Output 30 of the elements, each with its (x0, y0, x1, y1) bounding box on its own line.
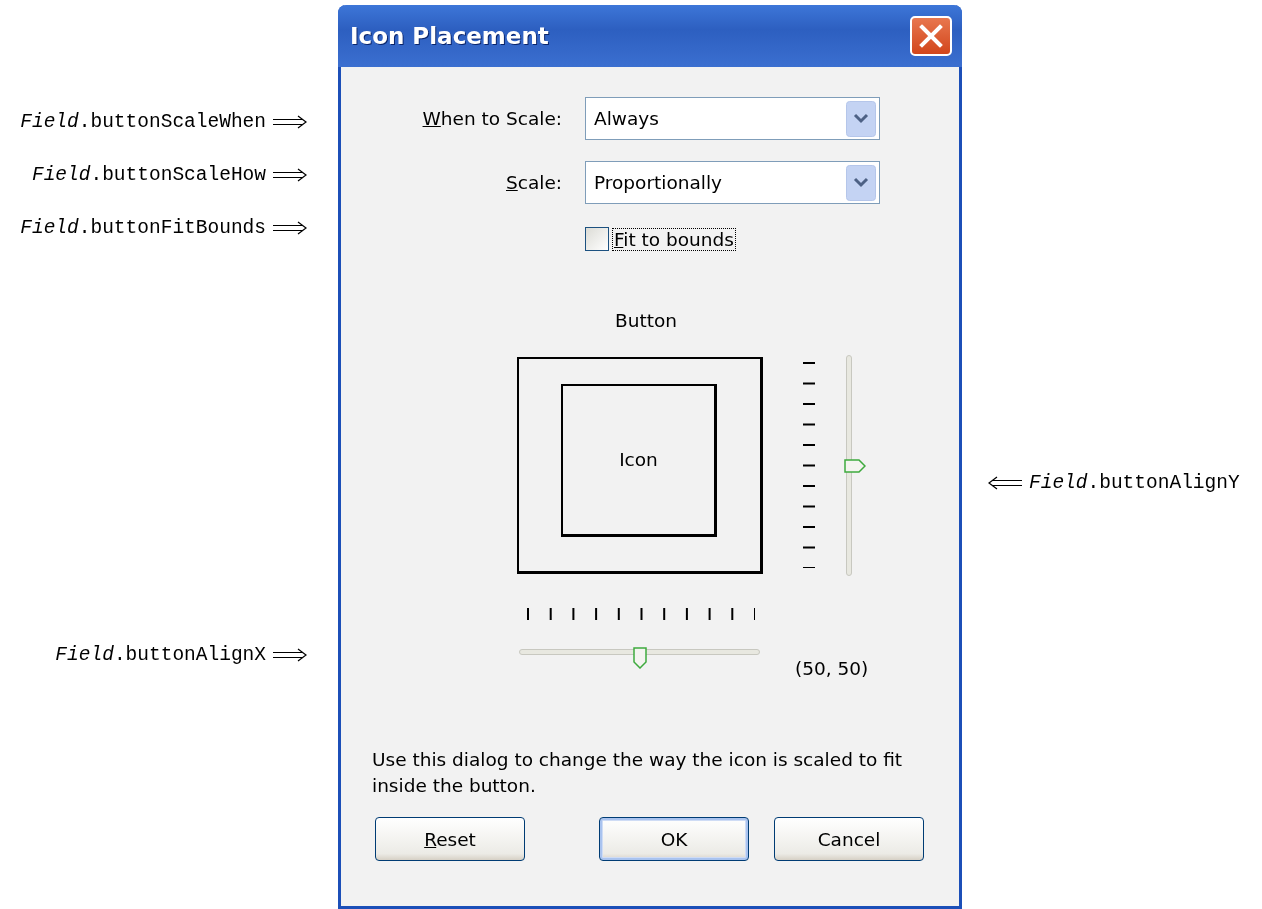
double-arrow-icon (987, 476, 1023, 490)
double-arrow-icon (272, 221, 308, 235)
dropdown[interactable]: Proportionally (585, 161, 880, 204)
field-label: When to Scale: (421, 108, 562, 129)
field-annotation: Field.buttonScaleHow (31, 164, 266, 186)
slider-thumb[interactable] (844, 458, 866, 473)
field-label: Scale: (505, 172, 562, 193)
double-arrow-icon (272, 168, 308, 182)
dialog-button[interactable]: Reset (375, 817, 525, 861)
checkbox-label[interactable]: Fit to bounds (612, 227, 736, 251)
double-arrow-icon (272, 648, 308, 662)
vertical-slider[interactable] (844, 355, 866, 576)
window-title: Icon Placement (350, 23, 549, 49)
position-reading: (50, 50) (795, 657, 869, 679)
close-button[interactable] (910, 16, 952, 56)
icon-label: Icon (619, 449, 658, 470)
description-text: Use this dialog to change the way the icon is scaled to fit inside the button. (372, 748, 904, 798)
dialog-button[interactable]: OK (599, 817, 749, 861)
field-annotation: Field.buttonScaleWhen (20, 111, 266, 133)
horizontal-slider[interactable] (519, 647, 760, 669)
field-annotation: Field.buttonFitBounds (20, 217, 266, 239)
dropdown[interactable]: Always (585, 97, 880, 140)
field-annotation: Field.buttonAlignX (55, 644, 266, 666)
close-icon (918, 23, 944, 49)
dialog-button[interactable]: Cancel (774, 817, 924, 861)
preview-caption: Button (614, 310, 678, 331)
field-annotation: Field.buttonAlignY (1029, 472, 1240, 494)
checkbox[interactable] (585, 227, 609, 251)
slider-thumb[interactable] (632, 647, 647, 669)
double-arrow-icon (272, 115, 308, 129)
